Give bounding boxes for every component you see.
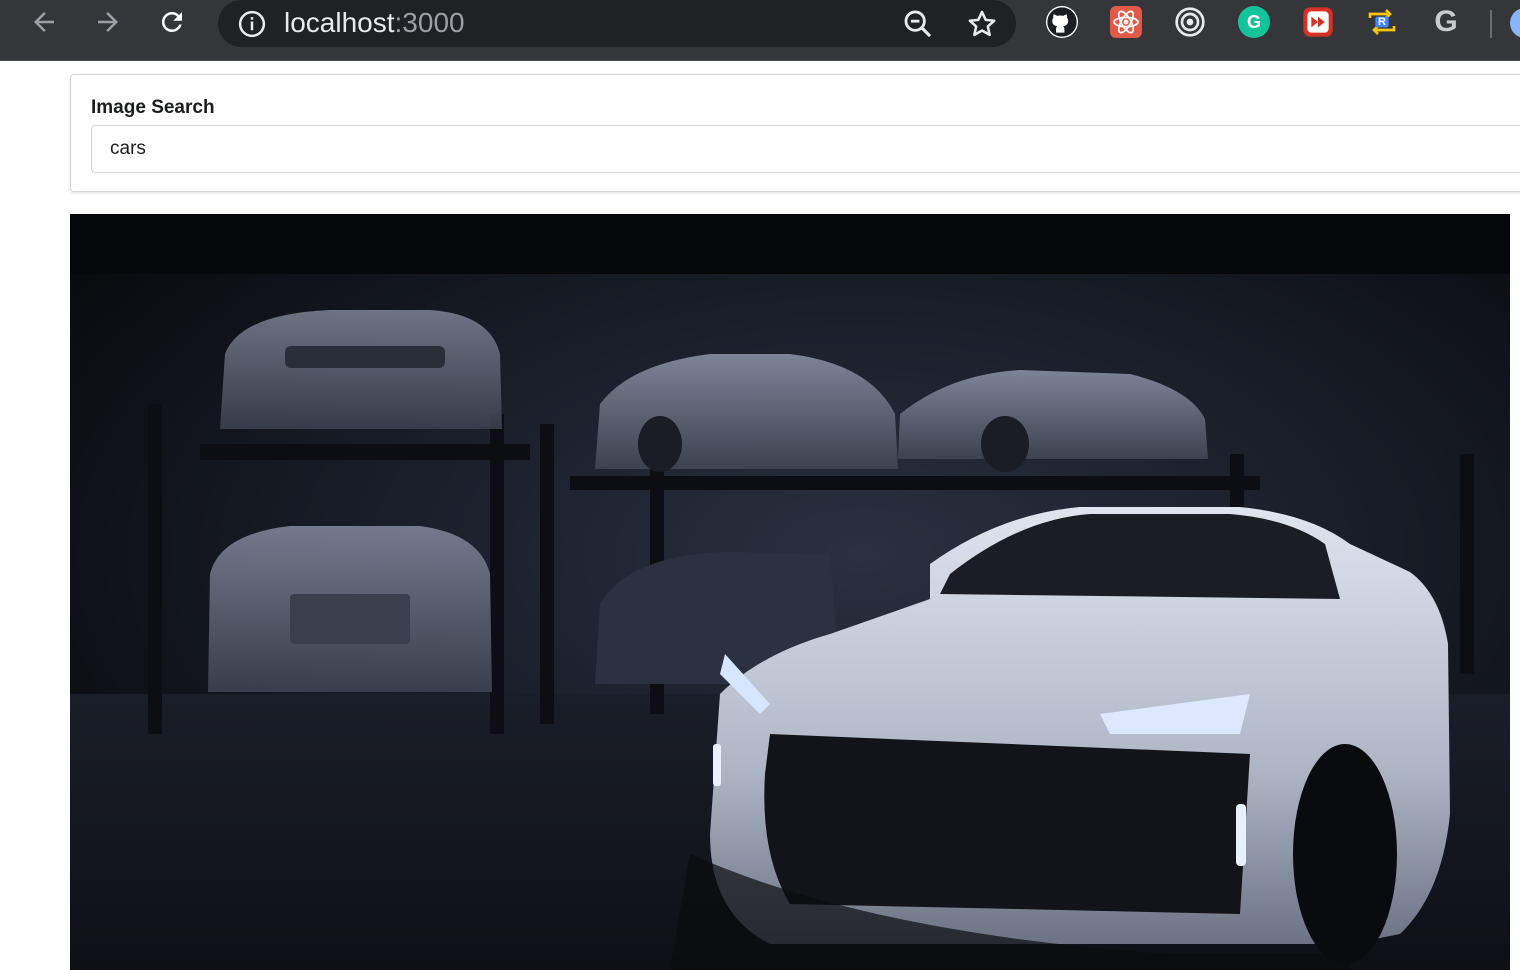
info-icon[interactable] bbox=[237, 9, 267, 39]
fast-forward-icon bbox=[1303, 7, 1333, 37]
target-extension[interactable] bbox=[1174, 6, 1206, 38]
google-letter: G bbox=[1434, 5, 1458, 38]
star-icon bbox=[968, 10, 996, 37]
grammarly-letter: G bbox=[1246, 11, 1261, 32]
url-port: :3000 bbox=[394, 7, 465, 38]
photo-icon bbox=[70, 214, 1510, 970]
target-icon bbox=[1175, 7, 1205, 37]
redux-letter: R bbox=[1378, 16, 1386, 28]
arrow-right-icon bbox=[98, 12, 118, 32]
media-extension[interactable] bbox=[1302, 6, 1334, 38]
arrow-left-icon bbox=[34, 12, 54, 32]
url-text: localhost:3000 bbox=[284, 5, 465, 41]
redux-extension[interactable]: R bbox=[1366, 6, 1398, 38]
zoom-button[interactable] bbox=[901, 7, 935, 41]
reload-icon bbox=[161, 11, 182, 32]
google-extension[interactable]: G bbox=[1430, 5, 1462, 38]
search-input[interactable] bbox=[91, 125, 1520, 173]
github-icon bbox=[1047, 7, 1077, 37]
forward-button[interactable] bbox=[90, 4, 126, 40]
github-extension[interactable] bbox=[1046, 6, 1078, 38]
atom-icon bbox=[1113, 10, 1139, 34]
browser-toolbar: localhost:3000 G R G bbox=[0, 0, 1520, 61]
zoom-out-icon bbox=[904, 10, 932, 38]
reload-button[interactable] bbox=[154, 4, 190, 40]
toolbar-divider bbox=[1490, 10, 1492, 38]
result-image[interactable] bbox=[70, 214, 1510, 970]
search-label: Image Search bbox=[91, 97, 215, 118]
profile-avatar[interactable] bbox=[1510, 8, 1520, 38]
search-form-card: Image Search bbox=[70, 74, 1520, 192]
back-button[interactable] bbox=[26, 4, 62, 40]
url-host: localhost bbox=[284, 7, 395, 38]
react-devtools-extension[interactable] bbox=[1110, 6, 1142, 38]
bookmark-button[interactable] bbox=[965, 7, 999, 41]
grammarly-extension[interactable]: G bbox=[1238, 6, 1270, 38]
address-bar[interactable]: localhost:3000 bbox=[218, 0, 1016, 47]
